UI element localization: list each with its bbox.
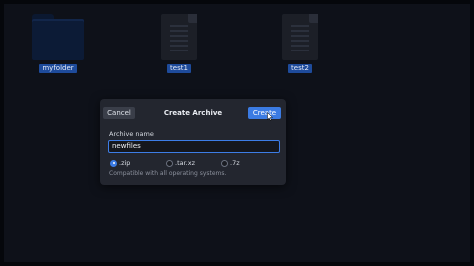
desktop-area: myfolder test1 test2 Cancel Create Archi… <box>4 4 470 262</box>
file-item-test1[interactable]: test1 <box>161 14 197 73</box>
file-label: test1 <box>167 64 191 73</box>
document-icon <box>282 14 318 60</box>
format-hint: Compatible with all operating systems. <box>109 170 227 177</box>
folder-icon <box>32 14 84 60</box>
file-label: myfolder <box>39 64 77 73</box>
format-label: .7z <box>230 159 240 167</box>
file-item-myfolder[interactable]: myfolder <box>32 14 84 73</box>
format-option-7z[interactable]: .7z <box>221 158 240 168</box>
create-button[interactable]: Create <box>248 107 281 119</box>
mouse-pointer-icon <box>267 112 273 121</box>
format-options: .zip .tar.xz .7z <box>100 158 286 168</box>
screen: myfolder test1 test2 Cancel Create Archi… <box>0 0 474 266</box>
create-archive-dialog: Cancel Create Archive Create Archive nam… <box>100 99 286 185</box>
radio-checked-icon <box>110 159 117 167</box>
format-label: .tar.xz <box>175 159 195 167</box>
dialog-header: Cancel Create Archive Create <box>100 99 286 127</box>
format-option-zip[interactable]: .zip <box>110 158 130 168</box>
document-icon <box>161 14 197 60</box>
radio-unchecked-icon <box>166 159 173 167</box>
cancel-button[interactable]: Cancel <box>103 107 135 119</box>
file-label: test2 <box>288 64 312 73</box>
format-option-tar-xz[interactable]: .tar.xz <box>166 158 195 168</box>
file-item-test2[interactable]: test2 <box>282 14 318 73</box>
archive-name-input[interactable] <box>108 140 280 153</box>
archive-name-label: Archive name <box>109 130 154 138</box>
dialog-title: Create Archive <box>163 109 223 117</box>
radio-unchecked-icon <box>221 159 228 167</box>
format-label: .zip <box>119 159 131 167</box>
